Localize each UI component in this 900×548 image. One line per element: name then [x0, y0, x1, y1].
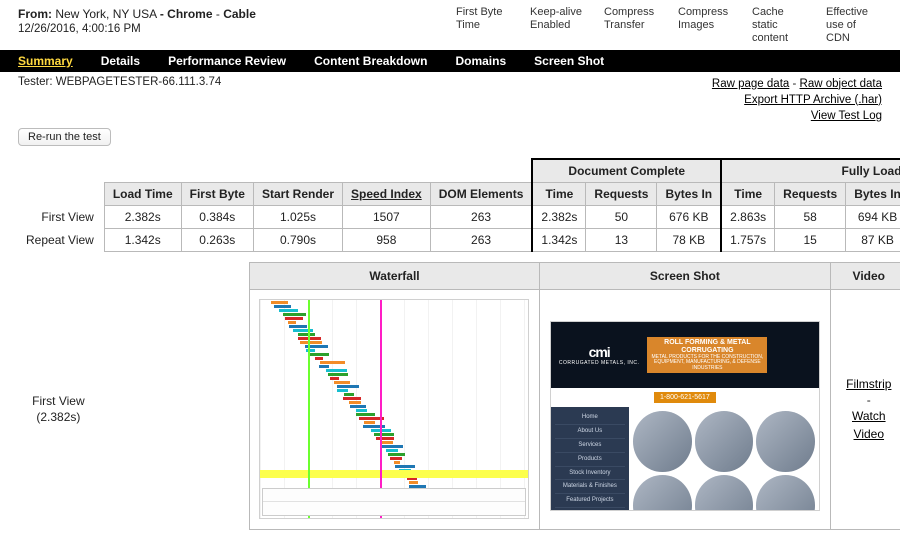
cell: 676 KB: [657, 205, 721, 228]
from-label: From:: [18, 7, 52, 21]
stat-cdn: Effective use of CDN: [826, 6, 882, 46]
page-header: From: New York, NY USA - Chrome - Cable …: [0, 0, 900, 50]
cell: 13: [586, 228, 657, 251]
screenshot-cell[interactable]: cmi CORRUGATED METALS, INC. ROLL FORMING…: [540, 289, 830, 529]
link-sep: -: [793, 78, 800, 90]
tab-content-breakdown[interactable]: Content Breakdown: [314, 54, 427, 68]
stat-keepalive: Keep-alive Enabled: [530, 6, 586, 46]
col-full-bytes: Bytes In: [846, 182, 900, 205]
grade-labels: First Byte Time Keep-alive Enabled Compr…: [456, 6, 882, 46]
col-doc-bytes: Bytes In: [657, 182, 721, 205]
link-raw-object-data[interactable]: Raw object data: [800, 78, 882, 90]
cell: 87 KB: [846, 228, 900, 251]
col-first-byte: First Byte: [181, 182, 253, 205]
tab-screen-shot[interactable]: Screen Shot: [534, 54, 604, 68]
cell: 958: [343, 228, 431, 251]
video-sep: -: [867, 393, 871, 407]
group-doc-complete: Document Complete: [532, 159, 721, 183]
tester-line: Tester: WEBPAGETESTER-66.111.3.74: [18, 76, 221, 124]
col-dom-elements: DOM Elements: [430, 182, 532, 205]
col-full-requests: Requests: [775, 182, 846, 205]
link-view-test-log[interactable]: View Test Log: [811, 110, 882, 122]
corner-blank: [18, 159, 532, 183]
cell: 1.025s: [253, 205, 342, 228]
cell: 263: [430, 205, 532, 228]
stat-compress-transfer: Compress Transfer: [604, 6, 660, 46]
col-start-render: Start Render: [253, 182, 342, 205]
cell: 0.263s: [181, 228, 253, 251]
row-label-first: First View: [18, 205, 104, 228]
col-full-time: Time: [721, 182, 775, 205]
results-table: Document Complete Fully Loaded Load Time…: [18, 158, 900, 252]
tester-value: WEBPAGETESTER-66.111.3.74: [56, 76, 222, 88]
results-table-wrap: Document Complete Fully Loaded Load Time…: [0, 146, 900, 258]
tab-performance-review[interactable]: Performance Review: [168, 54, 286, 68]
tester-label: Tester:: [18, 76, 53, 88]
stat-cache-static: Cache static content: [752, 6, 808, 46]
row-first-view: First View 2.382s 0.384s 1.025s 1507 263…: [18, 205, 900, 228]
ss-logo-sub: CORRUGATED METALS, INC.: [559, 360, 640, 366]
tab-bar: Summary Details Performance Review Conte…: [0, 50, 900, 72]
ss-phone: 1-800-621-5617: [654, 392, 716, 403]
test-datetime: 12/26/2016, 4:00:16 PM: [18, 22, 256, 38]
waterfall-thumbnail[interactable]: [259, 299, 529, 519]
from-value: New York, NY USA - Chrome - Cable: [55, 7, 256, 21]
stat-first-byte-time: First Byte Time: [456, 6, 512, 46]
cell: 0.384s: [181, 205, 253, 228]
ss-logo: cmi: [559, 344, 640, 360]
col-speed-index[interactable]: Speed Index: [343, 182, 431, 205]
tab-domains[interactable]: Domains: [455, 54, 506, 68]
cell: 2.382s: [104, 205, 181, 228]
cell: 1507: [343, 205, 431, 228]
cell: 78 KB: [657, 228, 721, 251]
video-cell: Filmstrip - Watch Video: [830, 289, 900, 529]
row-repeat-view: Repeat View 1.342s 0.263s 0.790s 958 263…: [18, 228, 900, 251]
screenshot-thumbnail[interactable]: cmi CORRUGATED METALS, INC. ROLL FORMING…: [550, 321, 820, 511]
cell: 58: [775, 205, 846, 228]
cell: 2.863s: [721, 205, 775, 228]
col-video: Video: [830, 262, 900, 289]
from-block: From: New York, NY USA - Chrome - Cable …: [18, 6, 256, 38]
subheader-links: Raw page data - Raw object data Export H…: [712, 76, 882, 124]
cell: 15: [775, 228, 846, 251]
link-filmstrip[interactable]: Filmstrip: [839, 375, 899, 393]
thumbnails-table: Waterfall Screen Shot Video First View (…: [168, 262, 900, 530]
cell: 1.342s: [104, 228, 181, 251]
col-screenshot: Screen Shot: [540, 262, 830, 289]
ss-banner: ROLL FORMING & METAL CORRUGATING METAL P…: [647, 337, 767, 373]
subheader: Tester: WEBPAGETESTER-66.111.3.74 Raw pa…: [0, 72, 900, 126]
group-fully-loaded: Fully Loaded: [721, 159, 900, 183]
cell: 263: [430, 228, 532, 251]
col-waterfall: Waterfall: [249, 262, 539, 289]
col-load-time: Load Time: [104, 182, 181, 205]
thumb-row-label: First View (2.382s): [18, 289, 99, 529]
link-export-har[interactable]: Export HTTP Archive (.har): [744, 94, 882, 106]
cell: 2.382s: [532, 205, 586, 228]
thumbnails-wrap: Waterfall Screen Shot Video First View (…: [0, 258, 900, 548]
link-watch-video[interactable]: Watch Video: [839, 407, 899, 443]
rerun-button[interactable]: Re-run the test: [18, 128, 111, 146]
waterfall-cell[interactable]: [249, 289, 539, 529]
cell: 1.757s: [721, 228, 775, 251]
cell: 694 KB: [846, 205, 900, 228]
row-label-repeat: Repeat View: [18, 228, 104, 251]
ss-nav: HomeAbout UsServicesProductsStock Invent…: [551, 407, 629, 511]
col-doc-requests: Requests: [586, 182, 657, 205]
cell: 1.342s: [532, 228, 586, 251]
stat-compress-images: Compress Images: [678, 6, 734, 46]
link-raw-page-data[interactable]: Raw page data: [712, 78, 789, 90]
thumb-corner: [168, 262, 249, 289]
tab-summary[interactable]: Summary: [18, 54, 73, 68]
col-doc-time: Time: [532, 182, 586, 205]
ss-tiles: [629, 407, 819, 511]
tab-details[interactable]: Details: [101, 54, 140, 68]
corner-blank-2: [18, 182, 104, 205]
cell: 50: [586, 205, 657, 228]
cell: 0.790s: [253, 228, 342, 251]
